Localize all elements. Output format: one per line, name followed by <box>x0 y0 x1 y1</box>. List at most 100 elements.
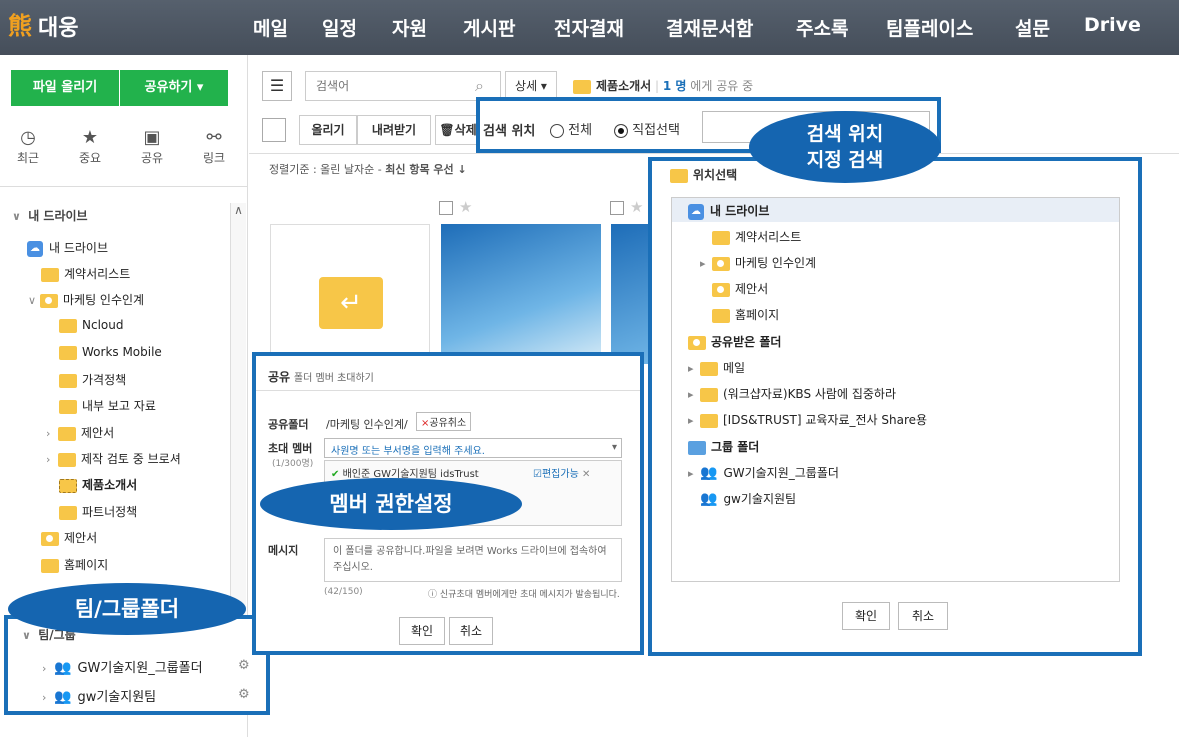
folder-icon <box>670 168 688 183</box>
quick-shared[interactable]: ▣ 공유 <box>124 127 180 166</box>
upload-file-button[interactable]: 파일 올리기 <box>11 70 119 106</box>
gear-icon[interactable]: ⚙ <box>238 658 250 673</box>
gear-icon[interactable]: ⚙ <box>238 687 250 702</box>
nav-approval[interactable]: 전자결재 <box>554 14 624 41</box>
item-checkbox[interactable] <box>610 201 624 215</box>
loc-gw-group[interactable]: ▸ 👥 GW기술지원_그룹폴더 <box>688 464 839 481</box>
share-count[interactable]: 1 명 <box>663 79 687 93</box>
tree-brochure-review[interactable]: › 제작 검토 중 브로셔 <box>46 450 181 467</box>
folder-icon <box>712 230 730 245</box>
file-thumbnail[interactable] <box>441 224 601 364</box>
loc-contract-list[interactable]: 계약서리스트 <box>712 228 801 245</box>
loc-homepage[interactable]: 홈페이지 <box>712 306 779 323</box>
loc-group-folders[interactable]: 그룹 폴더 <box>688 438 759 455</box>
folder-icon <box>41 558 59 573</box>
scope-direct-radio[interactable]: 직접선택 <box>614 119 680 138</box>
tree-proposal-2[interactable]: 제안서 <box>41 529 97 546</box>
star-icon: ★ <box>81 127 99 148</box>
scope-all-radio[interactable]: 전체 <box>550 119 592 138</box>
quick-recent[interactable]: ◷ 최근 <box>0 127 56 166</box>
invite-label: 초대 멤버 <box>268 442 313 455</box>
loc-proposal[interactable]: 제안서 <box>712 280 768 297</box>
folder-icon <box>59 318 77 333</box>
loc-mail[interactable]: ▸ 메일 <box>688 359 745 376</box>
invite-count: (1/300명) <box>272 459 314 469</box>
cloud-icon: ☁ <box>27 240 43 257</box>
loc-gw-team[interactable]: 👥 gw기술지원팀 <box>700 490 796 507</box>
loc-my-drive[interactable]: ☁ 내 드라이브 <box>672 198 1119 222</box>
nav-team-place[interactable]: 팀플레이스 <box>886 14 973 41</box>
nav-resource[interactable]: 자원 <box>392 14 427 41</box>
edit-permission-checkbox[interactable]: ☑편집가능 ✕ <box>533 465 590 480</box>
folder-icon <box>59 345 77 360</box>
item-checkbox[interactable] <box>439 201 453 215</box>
location-cancel-button[interactable]: 취소 <box>898 602 948 630</box>
tree-internal-report[interactable]: 내부 보고 자료 <box>59 397 156 414</box>
message-textarea[interactable]: 이 폴더를 공유합니다.파일을 보려면 Works 드라이브에 접속하여 주십시… <box>324 538 622 582</box>
tree-my-drive[interactable]: ☁ 내 드라이브 <box>27 239 108 257</box>
menu-icon[interactable]: ☰ <box>262 71 292 101</box>
tree-ncloud[interactable]: Ncloud <box>59 318 123 333</box>
invite-notice: ⓘ 신규초대 멤버에게만 초대 메시지가 발송됩니다. <box>428 590 620 600</box>
select-all-checkbox[interactable] <box>262 118 286 142</box>
tree-partner-policy[interactable]: 파트너정책 <box>59 503 137 520</box>
char-count: (42/150) <box>324 587 363 597</box>
sort-indicator[interactable]: 정렬기준 : 올린 날자순 - 최신 항목 우선 ↓ <box>269 161 467 177</box>
location-ok-button[interactable]: 확인 <box>842 602 890 630</box>
cloud-icon: ☁ <box>688 203 704 220</box>
logo-text: 대웅 <box>38 16 79 41</box>
cancel-share-button[interactable]: ×공유취소 <box>416 412 472 431</box>
nav-survey[interactable]: 설문 <box>1015 14 1050 41</box>
top-nav-bar: 熊 대웅 메일 일정 자원 게시판 전자결재 결재문서함 주소록 팀플레이스 설… <box>0 0 1179 55</box>
star-icon[interactable]: ★ <box>459 198 472 216</box>
loc-ids-training[interactable]: ▸ [IDS&TRUST] 교육자료_전사 Share용 <box>688 411 927 428</box>
parent-folder-tile[interactable]: ↵ <box>270 224 430 364</box>
invite-member-input[interactable]: 사원명 또는 부서명을 입력해 주세요. ▾ <box>324 438 622 458</box>
app-logo[interactable]: 熊 대웅 <box>8 10 78 42</box>
callout-team-folder: 팀/그룹폴더 <box>8 583 246 635</box>
folder-icon <box>58 426 76 441</box>
team-item-gw-team[interactable]: › 👥 gw기술지원팀 <box>42 686 156 705</box>
trash-icon: 🗑 <box>439 123 455 137</box>
group-icon: 👥 <box>700 491 718 507</box>
tree-pricing[interactable]: 가격정책 <box>59 371 126 388</box>
loc-workshop[interactable]: ▸ (워크샵자료)KBS 사람에 집중하라 <box>688 385 896 402</box>
share-button[interactable]: 공유하기 ▾ <box>120 70 228 106</box>
share-ok-button[interactable]: 확인 <box>399 617 445 645</box>
tree-proposal[interactable]: › 제안서 <box>46 424 114 441</box>
shared-folder-icon <box>712 282 730 297</box>
share-cancel-button[interactable]: 취소 <box>449 617 493 645</box>
delete-button[interactable]: 🗑삭제 <box>435 115 481 145</box>
search-icon[interactable]: ⌕ <box>475 76 484 96</box>
upload-button[interactable]: 올리기 <box>299 115 357 145</box>
divider <box>0 186 248 187</box>
tree-marketing-handover[interactable]: ∨ 마케팅 인수인계 <box>28 291 144 308</box>
folder-icon <box>700 387 718 402</box>
loc-shared-folders[interactable]: 공유받은 폴더 <box>688 333 781 350</box>
tree-works-mobile[interactable]: Works Mobile <box>59 345 162 360</box>
file-thumbnail[interactable] <box>611 224 651 364</box>
nav-calendar[interactable]: 일정 <box>322 14 357 41</box>
loc-marketing[interactable]: ▸ 마케팅 인수인계 <box>700 254 816 271</box>
location-select-dialog: 위치선택 ☁ 내 드라이브 계약서리스트 ▸ 마케팅 인수인계 제안서 홈페이지 공… <box>648 157 1142 656</box>
download-button[interactable]: 내려받기 <box>357 115 431 145</box>
search-input[interactable] <box>305 71 501 101</box>
folder-icon <box>59 399 77 414</box>
nav-approval-docs[interactable]: 결재문서함 <box>666 14 753 41</box>
my-drive-header[interactable]: ∨ 내 드라이브 <box>12 207 88 224</box>
shared-folder-icon <box>688 335 706 350</box>
quick-starred[interactable]: ★ 중요 <box>62 127 118 166</box>
tree-contract-list[interactable]: 계약서리스트 <box>41 265 130 282</box>
nav-drive[interactable]: Drive <box>1084 14 1141 36</box>
nav-address-book[interactable]: 주소록 <box>796 14 848 41</box>
location-dialog-title: 위치선택 <box>670 166 737 183</box>
team-item-gw-group[interactable]: › 👥 GW기술지원_그룹폴더 <box>42 657 203 676</box>
star-icon[interactable]: ★ <box>630 198 643 216</box>
bear-logo-icon: 熊 <box>8 12 32 40</box>
nav-mail[interactable]: 메일 <box>253 14 288 41</box>
tree-homepage[interactable]: 홈페이지 <box>41 556 108 573</box>
nav-board[interactable]: 게시판 <box>463 14 515 41</box>
quick-link[interactable]: ⚯ 링크 <box>186 127 242 166</box>
tree-product-intro[interactable]: 제품소개서 <box>59 476 137 493</box>
group-icon: 👥 <box>700 465 718 481</box>
